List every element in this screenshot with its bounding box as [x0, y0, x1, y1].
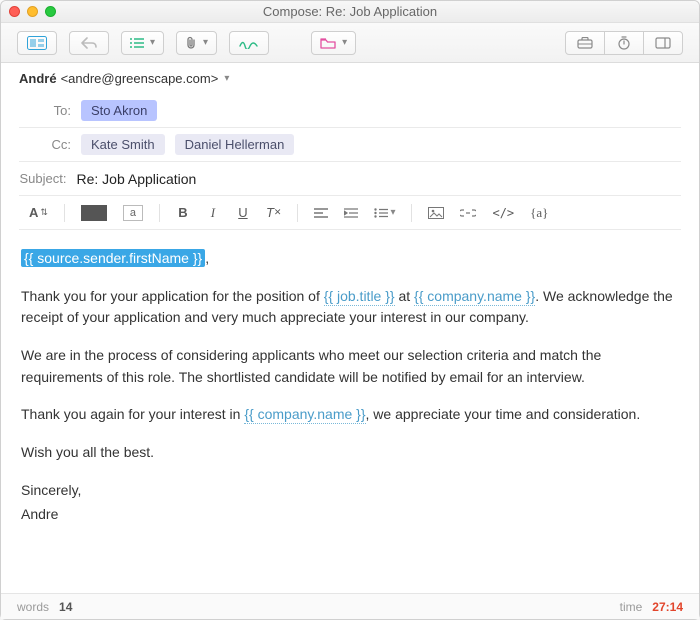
code-button[interactable]: </>	[488, 202, 518, 224]
subject-input[interactable]	[76, 165, 681, 193]
link-icon	[460, 208, 476, 218]
subject-label: Subject:	[19, 171, 76, 186]
cc-label: Cc:	[19, 137, 81, 152]
reply-icon	[81, 37, 97, 49]
template-var-button[interactable]: {a}	[526, 202, 552, 224]
format-toolbar: A⇅ a B I U T✕ ▾	[19, 196, 681, 230]
from-row[interactable]: André <andre@greenscape.com> ▾	[1, 63, 699, 94]
reply-button[interactable]	[69, 31, 109, 55]
text-color-button[interactable]	[77, 202, 111, 224]
list-icon	[130, 37, 144, 49]
compose-window: Compose: Re: Job Application ▾ ▾ ▾	[0, 0, 700, 620]
image-icon	[428, 207, 444, 219]
template-variable[interactable]: {{ job.title }}	[324, 288, 395, 306]
words-label: words	[17, 600, 49, 614]
list-button[interactable]: ▾	[121, 31, 164, 55]
layout-button[interactable]	[17, 31, 57, 55]
bullet-list-button[interactable]: ▾	[370, 202, 399, 224]
align-left-icon	[314, 208, 328, 218]
swatch-icon	[81, 205, 107, 221]
timer-icon	[617, 36, 631, 50]
chevron-down-icon: ▾	[150, 37, 155, 48]
titlebar: Compose: Re: Job Application	[1, 1, 699, 23]
message-body[interactable]: {{ source.sender.firstName }}, Thank you…	[1, 230, 699, 593]
minimize-icon[interactable]	[27, 6, 38, 17]
template-variable[interactable]: {{ source.sender.firstName }}	[21, 249, 205, 267]
cc-row[interactable]: Cc: Kate Smith Daniel Hellerman	[19, 128, 681, 162]
attach-button[interactable]: ▾	[176, 31, 217, 55]
timer-button[interactable]	[604, 31, 644, 55]
zoom-icon[interactable]	[45, 6, 56, 17]
traffic-lights	[9, 6, 56, 17]
main-toolbar: ▾ ▾ ▾	[1, 23, 699, 63]
font-size-button[interactable]: A⇅	[25, 202, 52, 224]
panels-button[interactable]	[643, 31, 683, 55]
chevron-down-icon: ▾	[203, 37, 208, 48]
toolbox-button[interactable]	[565, 31, 605, 55]
panel-icon	[655, 37, 671, 49]
from-email: <andre@greenscape.com>	[61, 71, 219, 86]
chevron-down-icon: ▾	[224, 73, 229, 84]
layout-icon	[27, 36, 47, 50]
template-variable[interactable]: {{ company.name }}	[414, 288, 535, 306]
insert-image-button[interactable]	[424, 202, 448, 224]
clear-format-button[interactable]: T✕	[262, 202, 286, 224]
recipient-chip[interactable]: Sto Akron	[81, 100, 157, 121]
insert-link-button[interactable]	[456, 202, 480, 224]
status-bar: words 14 time 27:14	[1, 593, 699, 619]
italic-button[interactable]: I	[202, 202, 224, 224]
paperclip-icon	[185, 36, 197, 50]
right-toolbar-group	[565, 31, 683, 55]
bullet-list-icon	[374, 208, 388, 218]
underline-button[interactable]: U	[232, 202, 254, 224]
highlight-color-button[interactable]: a	[119, 202, 147, 224]
folder-icon	[320, 37, 336, 49]
align-button[interactable]	[310, 202, 332, 224]
time-label: time	[620, 600, 643, 614]
to-label: To:	[19, 103, 81, 118]
time-value: 27:14	[652, 600, 683, 614]
words-count: 14	[59, 600, 72, 614]
window-title: Compose: Re: Job Application	[1, 4, 699, 19]
swatch-a-icon: a	[123, 205, 143, 221]
briefcase-icon	[577, 37, 593, 49]
to-row[interactable]: To: Sto Akron	[19, 94, 681, 128]
close-icon[interactable]	[9, 6, 20, 17]
indent-button[interactable]	[340, 202, 362, 224]
recipient-chip[interactable]: Kate Smith	[81, 134, 165, 155]
header-fields: To: Sto Akron Cc: Kate Smith Daniel Hell…	[1, 94, 699, 230]
chevron-down-icon: ▾	[390, 207, 395, 218]
template-variable[interactable]: {{ company.name }}	[244, 406, 365, 424]
move-folder-button[interactable]: ▾	[311, 31, 356, 55]
signature-button[interactable]	[229, 31, 269, 55]
recipient-chip[interactable]: Daniel Hellerman	[175, 134, 295, 155]
signature-icon	[239, 37, 259, 49]
chevron-down-icon: ▾	[342, 37, 347, 48]
indent-icon	[344, 208, 358, 218]
bold-button[interactable]: B	[172, 202, 194, 224]
from-name: André	[19, 71, 57, 86]
subject-row: Subject:	[19, 162, 681, 196]
